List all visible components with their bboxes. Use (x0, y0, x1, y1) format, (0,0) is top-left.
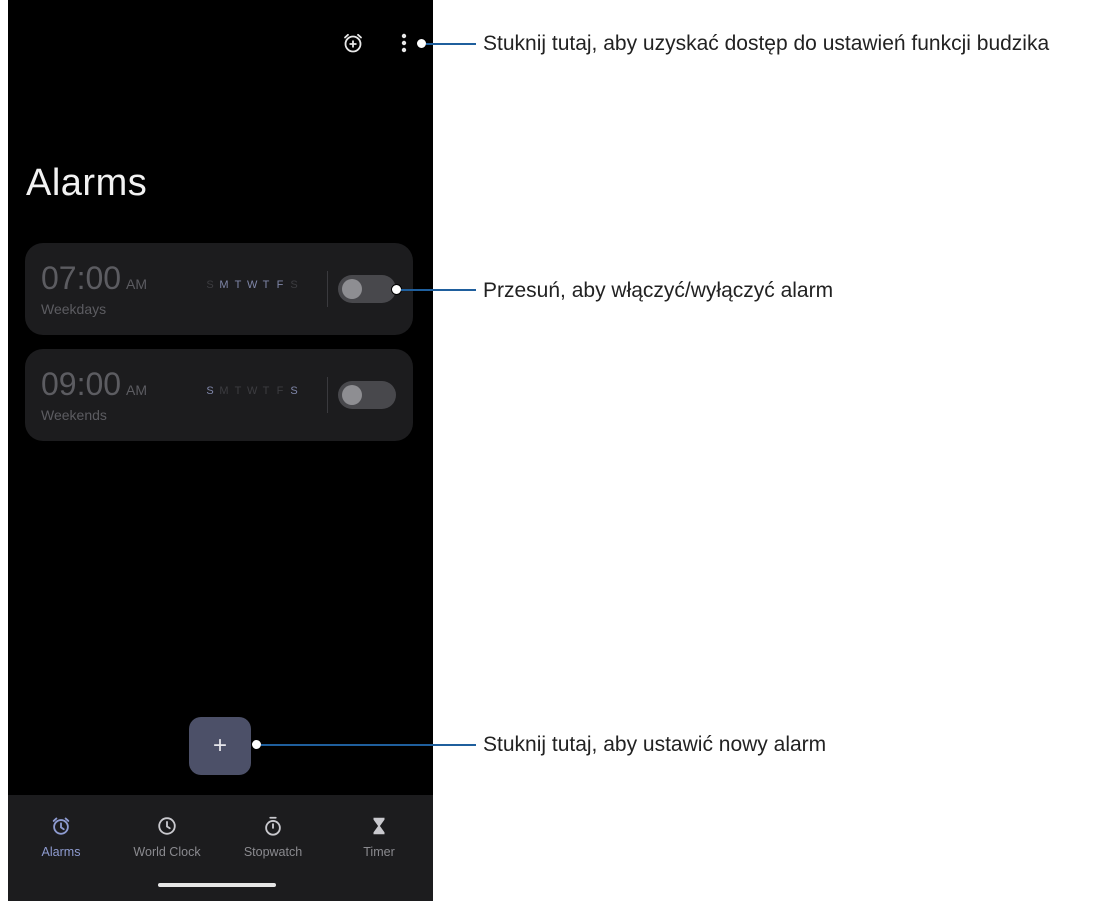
day-monday: M (219, 279, 230, 291)
day-friday: F (276, 279, 285, 291)
day-wednesday: W (247, 385, 259, 397)
tab-label: Stopwatch (243, 845, 303, 859)
tab-stopwatch[interactable]: Stopwatch (220, 815, 326, 859)
day-tuesday: T (234, 279, 243, 291)
day-friday: F (276, 385, 285, 397)
tab-world-clock[interactable]: World Clock (114, 815, 220, 859)
alarm-ampm: AM (126, 276, 147, 292)
alarm-card[interactable]: 09:00 AM Weekends S M T W T F S (25, 349, 413, 441)
tab-label: Alarms (41, 845, 81, 859)
alarm-toggle[interactable] (338, 381, 396, 409)
day-wednesday: W (247, 279, 259, 291)
callout-new-alarm: Stuknij tutaj, aby ustawić nowy alarm (483, 733, 827, 756)
tab-label: Timer (363, 845, 395, 859)
home-indicator[interactable] (158, 883, 276, 887)
callout-line (261, 744, 476, 746)
alarm-time: 07:00 (41, 260, 122, 296)
add-alarm-button[interactable]: + (189, 717, 251, 775)
day-monday: M (219, 385, 230, 397)
alarm-ampm: AM (126, 382, 147, 398)
callout-line (426, 43, 476, 45)
toggle-knob (342, 385, 362, 405)
alarm-days: S M T W T F S (205, 279, 300, 291)
callout-toggle: Przesuń, aby włączyć/wyłączyć alarm (483, 279, 834, 302)
clock-icon (158, 817, 176, 835)
top-toolbar (8, 0, 433, 90)
card-divider (327, 271, 328, 307)
alarm-label: Weekdays (41, 301, 107, 317)
alarm-time: 09:00 (41, 366, 122, 402)
callout-settings: Stuknij tutaj, aby uzyskać dostęp do ust… (483, 32, 1050, 55)
day-sunday: S (206, 385, 215, 397)
hourglass-icon (373, 817, 385, 835)
tab-alarms[interactable]: Alarms (8, 815, 114, 859)
more-vert-icon[interactable] (393, 28, 415, 58)
day-thursday: T (262, 385, 271, 397)
card-divider (327, 377, 328, 413)
phone-screen: Alarms 07:00 AM Weekdays S M T W T F S 0… (8, 0, 433, 901)
alarm-toggle[interactable] (338, 275, 396, 303)
page-title: Alarms (26, 162, 148, 204)
alarm-days: S M T W T F S (205, 385, 300, 397)
day-sunday: S (206, 279, 215, 291)
day-thursday: T (262, 279, 271, 291)
alarm-clock-icon (52, 817, 70, 835)
bottom-nav: Alarms World Clock Stopwatch Timer (8, 795, 433, 901)
day-tuesday: T (234, 385, 243, 397)
day-saturday: S (290, 279, 299, 291)
add-alarm-icon[interactable] (338, 28, 368, 58)
alarm-label: Weekends (41, 407, 107, 423)
stopwatch-icon (265, 816, 281, 836)
tab-timer[interactable]: Timer (326, 815, 432, 859)
day-saturday: S (290, 385, 299, 397)
tab-label: World Clock (133, 845, 201, 859)
alarm-card[interactable]: 07:00 AM Weekdays S M T W T F S (25, 243, 413, 335)
callout-line (401, 289, 476, 291)
toggle-knob (342, 279, 362, 299)
